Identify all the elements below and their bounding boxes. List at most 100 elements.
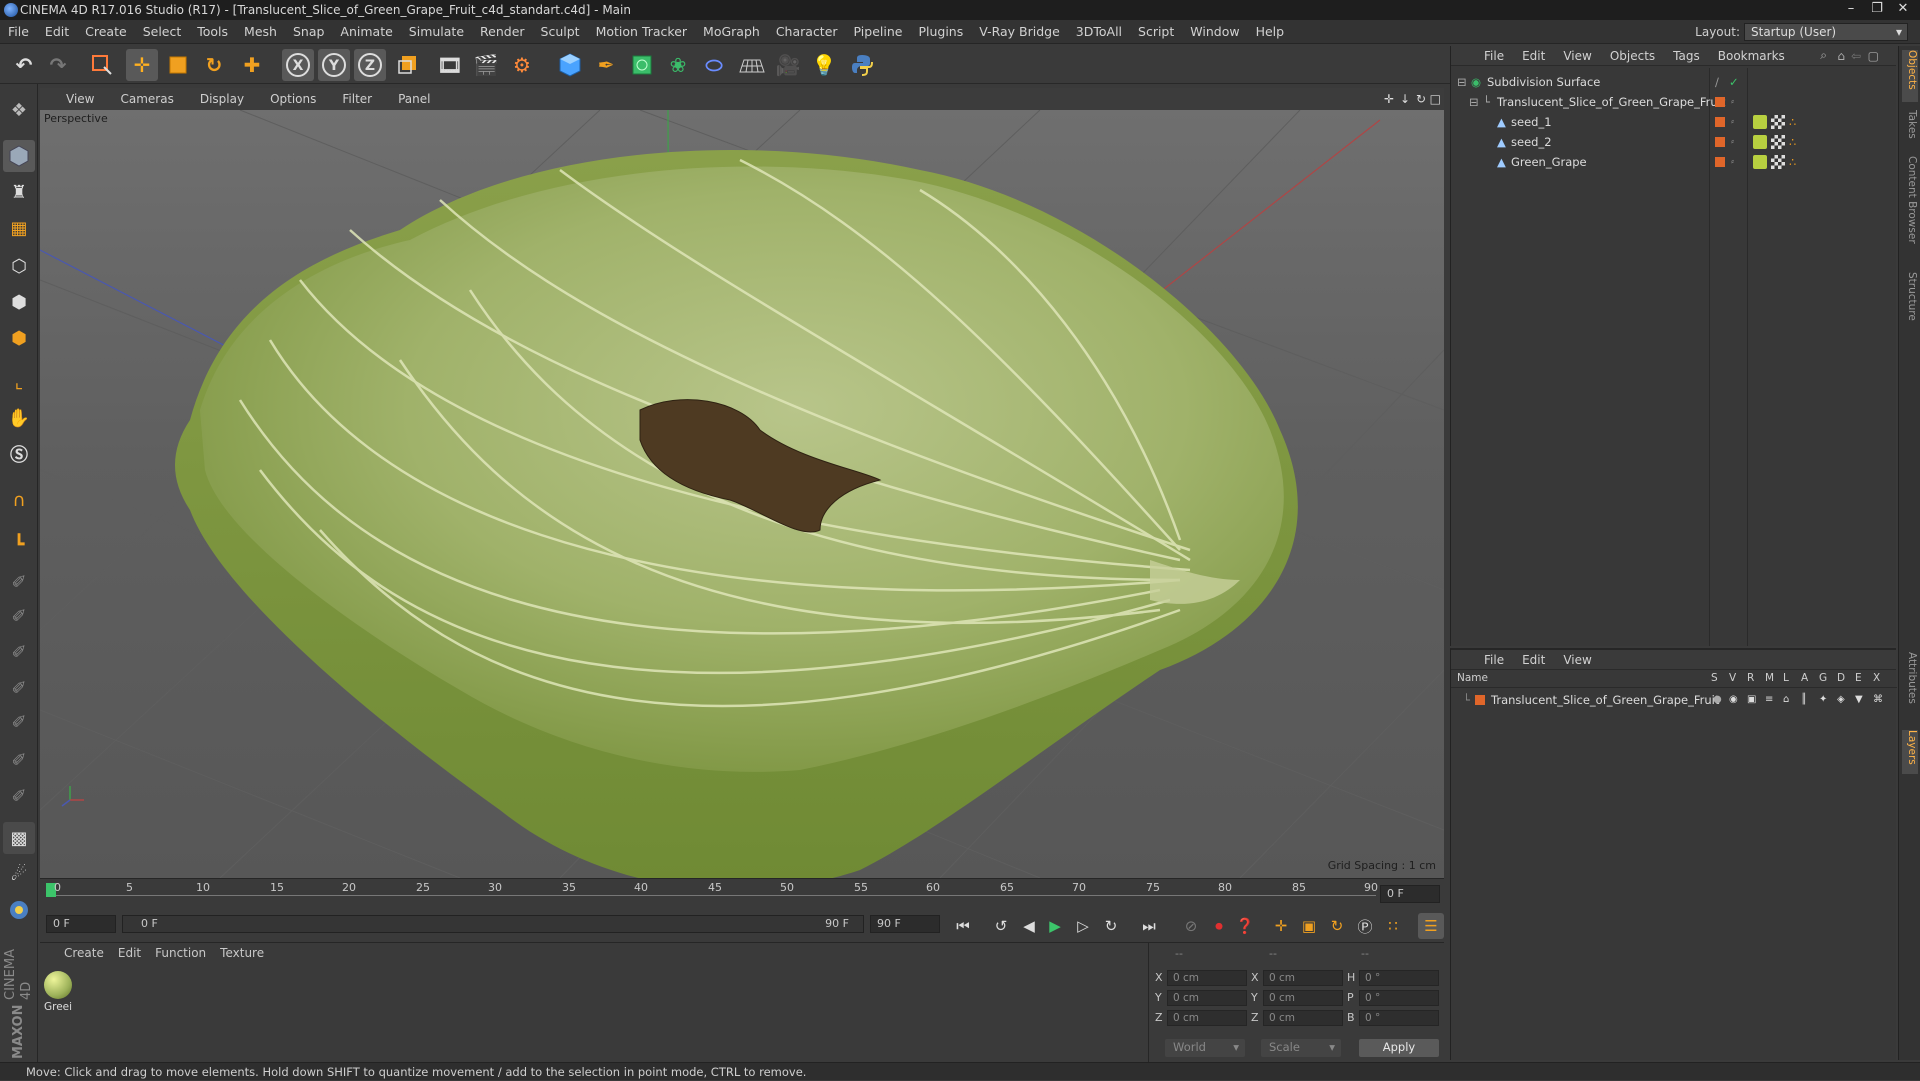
menu-vray-bridge[interactable]: V-Ray Bridge xyxy=(971,20,1068,44)
menu-mesh[interactable]: Mesh xyxy=(236,20,285,44)
move-icon[interactable]: ✛ xyxy=(126,49,158,81)
objmgr-menu-bookmarks[interactable]: Bookmarks xyxy=(1709,49,1794,63)
workplane-icon[interactable]: ▦ xyxy=(3,212,35,244)
object-row-subdivision-surface[interactable]: ⊟ ◉ Subdivision Surface ∕ ✓ xyxy=(1451,72,1897,92)
visibility-dots-icon[interactable]: ⸗ xyxy=(1731,92,1734,112)
menu-script[interactable]: Script xyxy=(1130,20,1182,44)
texture-tag-icon[interactable] xyxy=(1771,115,1785,129)
go-to-start-icon[interactable]: ⏮ xyxy=(950,913,976,939)
weld-icon[interactable]: ✐ xyxy=(3,744,35,776)
x-axis-icon[interactable]: X xyxy=(282,49,314,81)
texture-mode-icon[interactable]: ♜ xyxy=(3,176,35,208)
menu-snap[interactable]: Snap xyxy=(285,20,332,44)
layer-col-generators[interactable]: G xyxy=(1819,672,1827,684)
menu-character[interactable]: Character xyxy=(768,20,846,44)
enable-axis-icon[interactable]: ⌞ xyxy=(3,366,35,398)
collapse-icon[interactable]: ⊟ xyxy=(1457,72,1467,92)
render-view-icon[interactable]: 🎞 xyxy=(434,49,466,81)
menu-plugins[interactable]: Plugins xyxy=(910,20,971,44)
solo-icon[interactable]: ▩ xyxy=(3,822,35,854)
layer-color-swatch[interactable] xyxy=(1475,695,1485,705)
menu-simulate[interactable]: Simulate xyxy=(401,20,472,44)
coord-rot-h-field[interactable]: 0 ° xyxy=(1359,970,1439,986)
previous-key-icon[interactable]: ↺ xyxy=(988,913,1014,939)
object-row-seed-1[interactable]: ▲ seed_1 ⸗ ∴ xyxy=(1451,112,1897,132)
scale-icon[interactable] xyxy=(162,49,194,81)
viewport-menu-view[interactable]: View xyxy=(54,92,108,106)
object-row-seed-2[interactable]: ▲ seed_2 ⸗ ∴ xyxy=(1451,132,1897,152)
apply-button[interactable]: Apply xyxy=(1359,1039,1439,1057)
enabled-check-icon[interactable]: ✓ xyxy=(1729,72,1739,92)
side-tab-takes[interactable]: Takes xyxy=(1902,110,1918,150)
side-tab-structure[interactable]: Structure xyxy=(1902,272,1918,342)
menu-3dtoall[interactable]: 3DToAll xyxy=(1068,20,1130,44)
light-icon[interactable]: 💡 xyxy=(808,49,840,81)
layer-col-expressions[interactable]: E xyxy=(1855,672,1862,684)
model-mode-icon[interactable] xyxy=(3,140,35,172)
menu-render[interactable]: Render xyxy=(472,20,533,44)
object-row-grape-fruit[interactable]: ⊟ └ Translucent_Slice_of_Green_Grape_Fru… xyxy=(1451,92,1897,112)
solo-toggle-icon[interactable]: ● xyxy=(1713,690,1722,710)
coord-pos-y-field[interactable]: 0 cm xyxy=(1167,990,1247,1006)
visibility-dots-icon[interactable]: ⸗ xyxy=(1731,152,1734,172)
objmgr-menu-edit[interactable]: Edit xyxy=(1513,49,1554,63)
layout-select[interactable]: Startup (User) ▾ xyxy=(1744,23,1908,41)
animation-toggle-icon[interactable]: ║ xyxy=(1801,690,1807,710)
lock-icon[interactable]: ☄ xyxy=(3,858,35,890)
material-tag-icon[interactable] xyxy=(1753,135,1767,149)
redo-icon[interactable]: ↷ xyxy=(42,49,74,81)
pen-spline-icon[interactable]: ✒ xyxy=(590,49,622,81)
coord-size-z-field[interactable]: 0 cm xyxy=(1263,1010,1343,1026)
parameter-key-icon[interactable]: Ⓟ xyxy=(1352,913,1378,939)
visibility-dots-icon[interactable]: ⸗ xyxy=(1731,112,1734,132)
point-level-icon[interactable]: ∷ xyxy=(1380,913,1406,939)
minimize-icon[interactable]: – xyxy=(1838,0,1864,18)
edges-mode-icon[interactable]: ⬢ xyxy=(3,286,35,318)
menu-pipeline[interactable]: Pipeline xyxy=(846,20,911,44)
undo-icon[interactable]: ↶ xyxy=(8,49,40,81)
subdivision-icon[interactable] xyxy=(626,49,658,81)
auto-keying-icon[interactable]: ⏺ xyxy=(1206,913,1232,939)
menu-window[interactable]: Window xyxy=(1182,20,1247,44)
position-key-icon[interactable]: ✛ xyxy=(1268,913,1294,939)
side-tab-layers[interactable]: Layers xyxy=(1902,730,1918,774)
python-script-icon[interactable] xyxy=(3,894,35,926)
timeline-window-icon[interactable]: ☰ xyxy=(1418,913,1444,939)
collapse-icon[interactable]: ⊟ xyxy=(1469,92,1479,112)
render-toggle-icon[interactable]: ▣ xyxy=(1747,690,1756,710)
layermgr-menu-view[interactable]: View xyxy=(1554,653,1600,667)
coord-size-x-field[interactable]: 0 cm xyxy=(1263,970,1343,986)
magnet-icon[interactable]: ∩ xyxy=(3,484,35,516)
render-picture-viewer-icon[interactable]: 🎬 xyxy=(470,49,502,81)
layer-col-locked[interactable]: L xyxy=(1783,672,1789,684)
layer-col-manager[interactable]: M xyxy=(1765,672,1774,684)
edit-icon[interactable]: ∕ xyxy=(1715,72,1719,92)
z-axis-icon[interactable]: Z xyxy=(354,49,386,81)
new-view-icon[interactable]: ▢ xyxy=(1859,49,1888,63)
view-toggle-icon[interactable]: ◉ xyxy=(1729,690,1738,710)
material-swatch[interactable]: Greei xyxy=(42,969,74,1015)
polygons-mode-icon[interactable]: ⬢ xyxy=(3,322,35,354)
bridge-icon[interactable]: ✐ xyxy=(3,636,35,668)
menu-motion-tracker[interactable]: Motion Tracker xyxy=(588,20,695,44)
viewport-zoom-icon[interactable]: ↓ xyxy=(1400,92,1410,106)
play-icon[interactable]: ▶ xyxy=(1042,913,1068,939)
camera-icon[interactable]: 🎥 xyxy=(772,49,804,81)
python-icon[interactable] xyxy=(846,49,878,81)
expression-toggle-icon[interactable]: ▼ xyxy=(1855,690,1863,710)
layer-color-swatch[interactable] xyxy=(1715,117,1725,127)
slide-icon[interactable]: ✐ xyxy=(3,780,35,812)
layer-color-swatch[interactable] xyxy=(1715,137,1725,147)
object-row-green-grape[interactable]: ▲ Green_Grape ⸗ ∴ xyxy=(1451,152,1897,172)
viewport-move-icon[interactable]: ✛ xyxy=(1384,92,1394,106)
scale-key-icon[interactable]: ▣ xyxy=(1296,913,1322,939)
xref-toggle-icon[interactable]: ⌘ xyxy=(1873,690,1883,710)
menu-help[interactable]: Help xyxy=(1248,20,1293,44)
knife-icon[interactable]: ✐ xyxy=(3,600,35,632)
viewport-maximize-icon[interactable]: □ xyxy=(1430,92,1441,106)
start-frame-field[interactable]: 0 F xyxy=(46,915,116,933)
menu-edit[interactable]: Edit xyxy=(37,20,77,44)
layer-color-swatch[interactable] xyxy=(1715,157,1725,167)
objmgr-menu-view[interactable]: View xyxy=(1554,49,1600,63)
phong-tag-icon[interactable]: ∴ xyxy=(1789,112,1796,132)
